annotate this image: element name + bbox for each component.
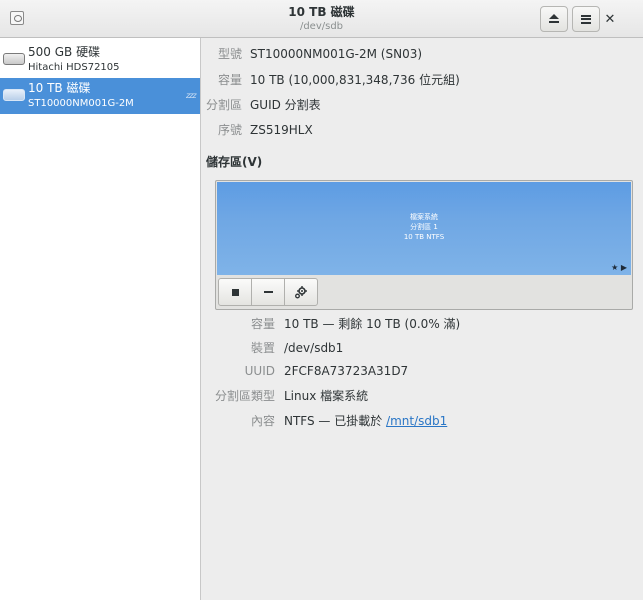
contents-value: NTFS — 已掛載於 /mnt/sdb1 [284, 413, 447, 429]
serial-value: ZS519HLX [250, 123, 313, 137]
volume-map: 檔案系統 分割區 1 10 TB NTFS ★ ▶ [215, 180, 633, 310]
contents-text: NTFS — 已掛載於 [284, 414, 387, 428]
model-label: 型號 [217, 47, 242, 61]
menu-icon [581, 14, 591, 24]
drive-item-seagate[interactable]: 10 TB 磁碟 ST10000NM001G-2M zzz [0, 78, 200, 114]
partition-number-label: 分割區 1 [410, 223, 438, 231]
drive-item-hitachi[interactable]: 500 GB 硬碟 Hitachi HDS72105 [0, 42, 200, 80]
contents-label: 內容 [250, 414, 275, 428]
menu-button[interactable] [572, 6, 600, 32]
drive-name: 500 GB 硬碟 [28, 45, 101, 59]
volumes-title: 儲存區(V) [206, 155, 263, 169]
device-label: 裝置 [250, 341, 275, 355]
stop-icon [231, 288, 239, 296]
drive-name: 10 TB 磁碟 [28, 81, 91, 95]
partition-type-value: Linux 檔案系統 [284, 389, 369, 403]
partition-type-label: 分割區類型 [214, 389, 275, 403]
drive-list: 500 GB 硬碟 Hitachi HDS72105 10 TB 磁碟 ST10… [0, 38, 201, 600]
drive-model: ST10000NM001G-2M [28, 98, 134, 109]
close-button[interactable]: ✕ [599, 8, 621, 30]
partitioning-value: GUID 分割表 [250, 98, 321, 112]
serial-label: 序號 [217, 123, 242, 137]
partition-fs-label: 檔案系統 [410, 213, 438, 221]
standby-icon: zzz [186, 91, 197, 100]
size-value: 10 TB (10,000,831,348,736 位元組) [250, 73, 460, 87]
partition-size-value: 10 TB — 剩餘 10 TB (0.0% 滿) [284, 317, 461, 331]
partition-size-label: 10 TB NTFS [403, 233, 445, 241]
size-label: 容量 [217, 73, 242, 87]
drive-model: Hitachi HDS72105 [28, 62, 120, 73]
mount-point-link[interactable]: /mnt/sdb1 [386, 414, 447, 428]
partition-size-label: 容量 [250, 317, 275, 331]
delete-partition-button[interactable] [251, 278, 285, 306]
device-value: /dev/sdb1 [284, 341, 344, 355]
uuid-value: 2FCF8A73723A31D7 [284, 364, 409, 378]
mounted-flags-icon: ★ ▶ [611, 263, 627, 272]
harddisk-icon [3, 53, 25, 65]
partition-caption: 檔案系統 分割區 1 10 TB NTFS [217, 212, 631, 242]
header-bar: 10 TB 磁碟 /dev/sdb ✕ [0, 0, 643, 38]
minus-icon [263, 291, 273, 293]
partition-block[interactable]: 檔案系統 分割區 1 10 TB NTFS ★ ▶ [217, 182, 631, 275]
unmount-button[interactable] [218, 278, 252, 306]
eject-icon [549, 14, 559, 24]
eject-button[interactable] [540, 6, 568, 32]
uuid-label: UUID [244, 364, 275, 378]
harddisk-icon [3, 89, 25, 101]
partition-options-button[interactable] [284, 278, 318, 306]
gears-icon [295, 286, 307, 299]
model-value: ST10000NM001G-2M (SN03) [250, 47, 423, 61]
volume-toolbar [218, 278, 318, 306]
partitioning-label: 分割區 [205, 98, 242, 112]
drive-details: 型號 ST10000NM001G-2M (SN03) 容量 10 TB (10,… [201, 38, 643, 600]
